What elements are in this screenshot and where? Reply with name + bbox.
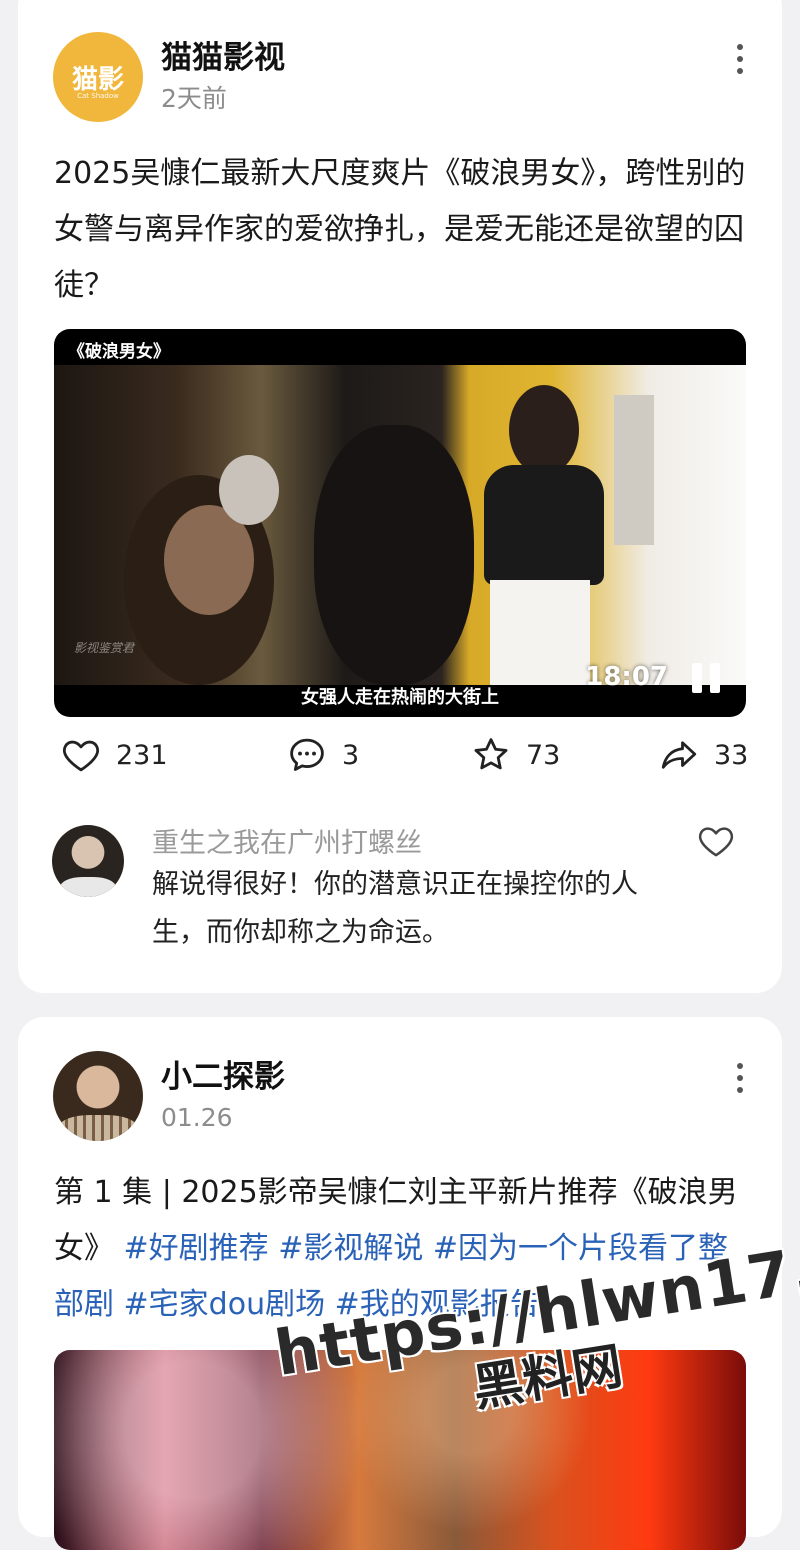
hashtag-link[interactable]: #影视解说 [278,1231,423,1266]
post-time: 01.26 [161,1103,233,1132]
post-header: 小二探影 01.26 [53,1051,285,1141]
post-header: 猫影 Cat Shadow 猫猫影视 2天前 [53,32,285,122]
favorite-button[interactable]: 73 [470,730,560,780]
like-button[interactable]: 231 [60,730,168,780]
post-time: 2天前 [161,84,227,113]
comment-count: 3 [342,739,360,771]
top-comment[interactable]: 重生之我在广州打螺丝 解说得很好！你的潜意识正在操控你的人生，而你却称之为命运。 [52,825,752,965]
post-text[interactable]: 2025吴慷仁最新大尺度爽片《破浪男女》，跨性别的女警与离异作家的爱欲挣扎，是爱… [54,146,754,314]
chat-bubble-icon [290,738,324,771]
author-block: 小二探影 01.26 [161,1057,285,1135]
avatar[interactable]: 猫影 Cat Shadow [53,32,143,122]
video-subtitle: 女强人走在热闹的大街上 [301,687,499,708]
author-name[interactable]: 猫猫影视 [161,38,285,78]
avatar-logo-subtext: Cat Shadow [77,92,119,100]
video-thumbnail[interactable] [54,1350,746,1550]
hashtag-link[interactable]: #我的观影报告 [335,1287,540,1322]
heart-outline-icon[interactable] [696,821,736,861]
thumbnail-image [54,1350,746,1550]
video-player[interactable]: 《破浪男女》 影视鉴赏君 18:07 女强人走在热闹的大街上 [54,329,746,717]
comment-text: 解说得很好！你的潜意识正在操控你的人生，而你却称之为命运。 [152,869,638,948]
video-watermark: 影视鉴赏君 [74,641,135,655]
more-vertical-icon[interactable] [736,1063,744,1093]
avatar-logo-text: 猫影 [71,64,124,95]
more-vertical-icon[interactable] [736,44,744,74]
video-frame [54,365,746,685]
hashtag-link[interactable]: #宅家dou剧场 [124,1287,326,1322]
star-outline-icon [474,738,508,770]
action-bar: 231 3 73 33 [60,730,750,780]
avatar[interactable] [52,825,124,897]
post-card[interactable]: 小二探影 01.26 第 1 集 | 2025影帝吴慷仁刘主平新片推荐《破浪男女… [18,1017,782,1550]
heart-outline-icon [62,740,100,772]
author-name[interactable]: 小二探影 [161,1057,285,1097]
author-block: 猫猫影视 2天前 [161,38,285,116]
favorite-count: 73 [526,739,561,771]
comment-button[interactable]: 3 [286,730,359,780]
post-card[interactable]: 猫影 Cat Shadow 猫猫影视 2天前 2025吴慷仁最新大尺度爽片《破浪… [18,0,782,993]
like-count: 231 [116,739,168,771]
share-arrow-icon [661,741,697,769]
video-title: 《破浪男女》 [68,342,170,362]
hashtag-link[interactable]: #好剧推荐 [124,1231,269,1266]
avatar[interactable] [53,1051,143,1141]
post-text[interactable]: 第 1 集 | 2025影帝吴慷仁刘主平新片推荐《破浪男女》 #好剧推荐 #影视… [54,1165,754,1333]
share-button[interactable]: 33 [658,730,748,780]
share-count: 33 [714,739,749,771]
comment-username[interactable]: 重生之我在广州打螺丝 [152,821,422,860]
